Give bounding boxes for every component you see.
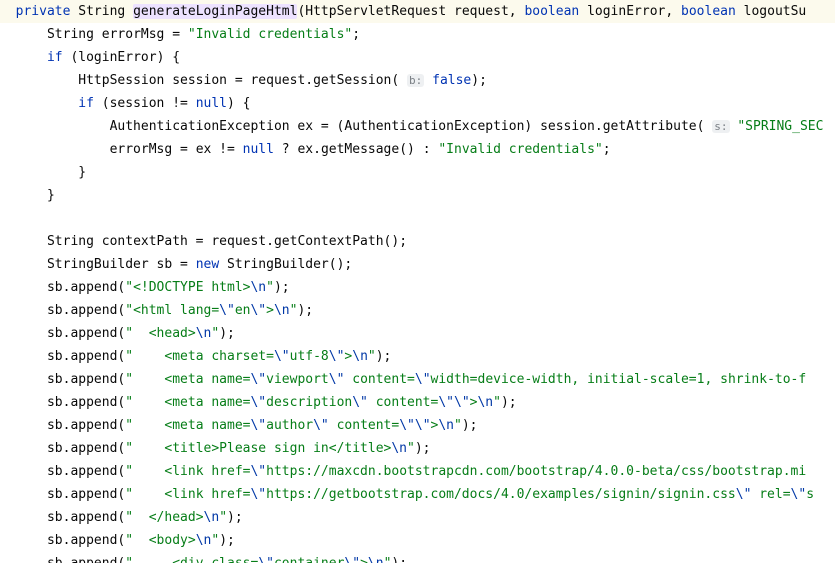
type-request: HttpServletRequest: [305, 4, 446, 19]
string-literal: " <meta charset=\"utf-8\">\n": [125, 349, 375, 364]
var-sb: sb: [47, 487, 63, 502]
string-literal: " <meta name=\"author\" content=\"\">\n": [125, 418, 462, 433]
literal-false: false: [432, 73, 471, 88]
keyword-null: null: [196, 96, 227, 111]
method-append: append: [70, 556, 117, 563]
string-literal: "<!DOCTYPE html>\n": [125, 280, 274, 295]
type-stringbuilder: StringBuilder: [47, 257, 149, 272]
param-hint-b: b:: [407, 74, 424, 87]
keyword-if: if: [78, 96, 94, 111]
var-sb: sb: [47, 326, 63, 341]
method-append: append: [70, 510, 117, 525]
var-loginError: loginError: [78, 50, 156, 65]
keyword-if: if: [47, 50, 63, 65]
type-stringbuilder: StringBuilder: [227, 257, 329, 272]
var-sb: sb: [47, 441, 63, 456]
var-sb: sb: [47, 372, 63, 387]
var-sb: sb: [47, 418, 63, 433]
code-editor[interactable]: private String generateLoginPageHtml(Htt…: [0, 0, 835, 563]
var-sb: sb: [157, 257, 173, 272]
var-sb: sb: [47, 303, 63, 318]
type-string: String: [78, 4, 125, 19]
var-errorMsg: errorMsg: [102, 27, 165, 42]
string-literal: "Invalid credentials": [438, 142, 602, 157]
method-append: append: [70, 280, 117, 295]
method-append: append: [70, 395, 117, 410]
method-append: append: [70, 372, 117, 387]
param-hint-s: s:: [712, 120, 729, 133]
string-literal: "<html lang=\"en\">\n": [125, 303, 297, 318]
type-authexception: AuthenticationException: [344, 119, 524, 134]
method-append: append: [70, 326, 117, 341]
var-session: session: [172, 73, 227, 88]
method-append: append: [70, 464, 117, 479]
keyword-boolean: boolean: [681, 4, 736, 19]
type-httpsession: HttpSession: [78, 73, 164, 88]
method-getMessage: getMessage: [321, 142, 399, 157]
var-session: session: [110, 96, 165, 111]
param-request: request: [454, 4, 509, 19]
string-literal: " <title>Please sign in</title>\n": [125, 441, 415, 456]
var-sb: sb: [47, 464, 63, 479]
method-getAttribute: getAttribute: [603, 119, 697, 134]
method-append: append: [70, 303, 117, 318]
method-append: append: [70, 441, 117, 456]
string-literal: "Invalid credentials": [188, 27, 352, 42]
string-literal: " </head>\n": [125, 510, 227, 525]
string-literal: " <div class=\"container\">\n": [125, 556, 391, 563]
string-literal: " <body>\n": [125, 533, 219, 548]
string-literal: " <link href=\"https://maxcdn.bootstrapc…: [125, 464, 806, 479]
keyword-boolean: boolean: [524, 4, 579, 19]
var-request: request: [211, 234, 266, 249]
var-sb: sb: [47, 510, 63, 525]
method-append: append: [70, 533, 117, 548]
keyword-private: private: [16, 4, 71, 19]
var-sb: sb: [47, 349, 63, 364]
method-append: append: [70, 349, 117, 364]
var-request: request: [250, 73, 305, 88]
method-getSession: getSession: [313, 73, 391, 88]
type-string: String: [47, 27, 94, 42]
string-literal: " <meta name=\"viewport\" content=\"widt…: [125, 372, 806, 387]
keyword-new: new: [196, 257, 219, 272]
string-literal: " <head>\n": [125, 326, 219, 341]
var-sb: sb: [47, 395, 63, 410]
var-errorMsg: errorMsg: [110, 142, 173, 157]
var-ex: ex: [297, 142, 313, 157]
param-logoutSuccess: logoutSu: [744, 4, 807, 19]
code-content[interactable]: private String generateLoginPageHtml(Htt…: [0, 0, 835, 563]
string-literal: " <meta name=\"description\" content=\"\…: [125, 395, 501, 410]
method-append: append: [70, 418, 117, 433]
keyword-null: null: [243, 142, 274, 157]
var-ex: ex: [297, 119, 313, 134]
var-sb: sb: [47, 280, 63, 295]
type-string: String: [47, 234, 94, 249]
type-authexception: AuthenticationException: [110, 119, 290, 134]
var-sb: sb: [47, 556, 63, 563]
var-ex: ex: [196, 142, 212, 157]
param-loginError: loginError: [587, 4, 665, 19]
method-name: generateLoginPageHtml: [133, 4, 297, 19]
string-literal: " <link href=\"https://getbootstrap.com/…: [125, 487, 814, 502]
method-getContextPath: getContextPath: [274, 234, 384, 249]
method-append: append: [70, 487, 117, 502]
string-literal: "SPRING_SEC: [737, 119, 823, 134]
var-session: session: [540, 119, 595, 134]
var-contextPath: contextPath: [102, 234, 188, 249]
var-sb: sb: [47, 533, 63, 548]
